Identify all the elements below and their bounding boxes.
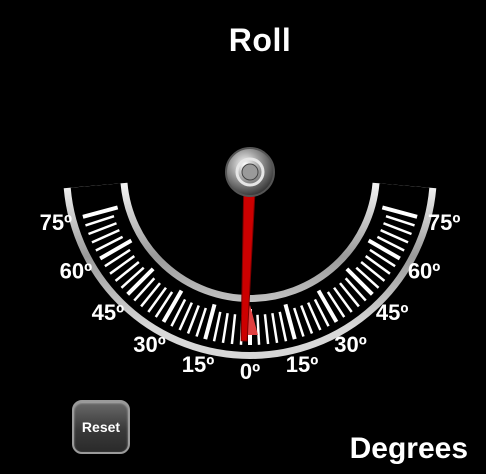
scale-label: 30º xyxy=(334,332,367,357)
units-label: Degrees xyxy=(349,432,468,465)
instrument-panel: Roll 75º 60º 45º 30º 15º 0º 15º 30º 45º 60º 75º xyxy=(0,0,486,474)
scale-label: 15º xyxy=(286,352,319,377)
scale-label: 45º xyxy=(92,300,125,325)
inclinometer-window: Roll 75º 60º 45º 30º 15º 0º 15º 30º 45º 60º 75º xyxy=(0,0,492,474)
reset-button[interactable]: Reset xyxy=(72,400,130,454)
scale-label: 15º xyxy=(182,352,215,377)
roll-gauge: 75º 60º 45º 30º 15º 0º 15º 30º 45º 60º 75º xyxy=(40,147,461,384)
needle-pivot-icon xyxy=(225,147,275,197)
scale-label: 45º xyxy=(376,300,409,325)
scale-label: 75º xyxy=(428,210,461,235)
scale-label: 0º xyxy=(240,359,260,384)
scale-label: 60º xyxy=(408,258,441,283)
scale-label: 75º xyxy=(40,210,73,235)
minor-tick xyxy=(256,314,261,345)
scale-label: 30º xyxy=(133,332,166,357)
scale-label: 60º xyxy=(60,258,93,283)
